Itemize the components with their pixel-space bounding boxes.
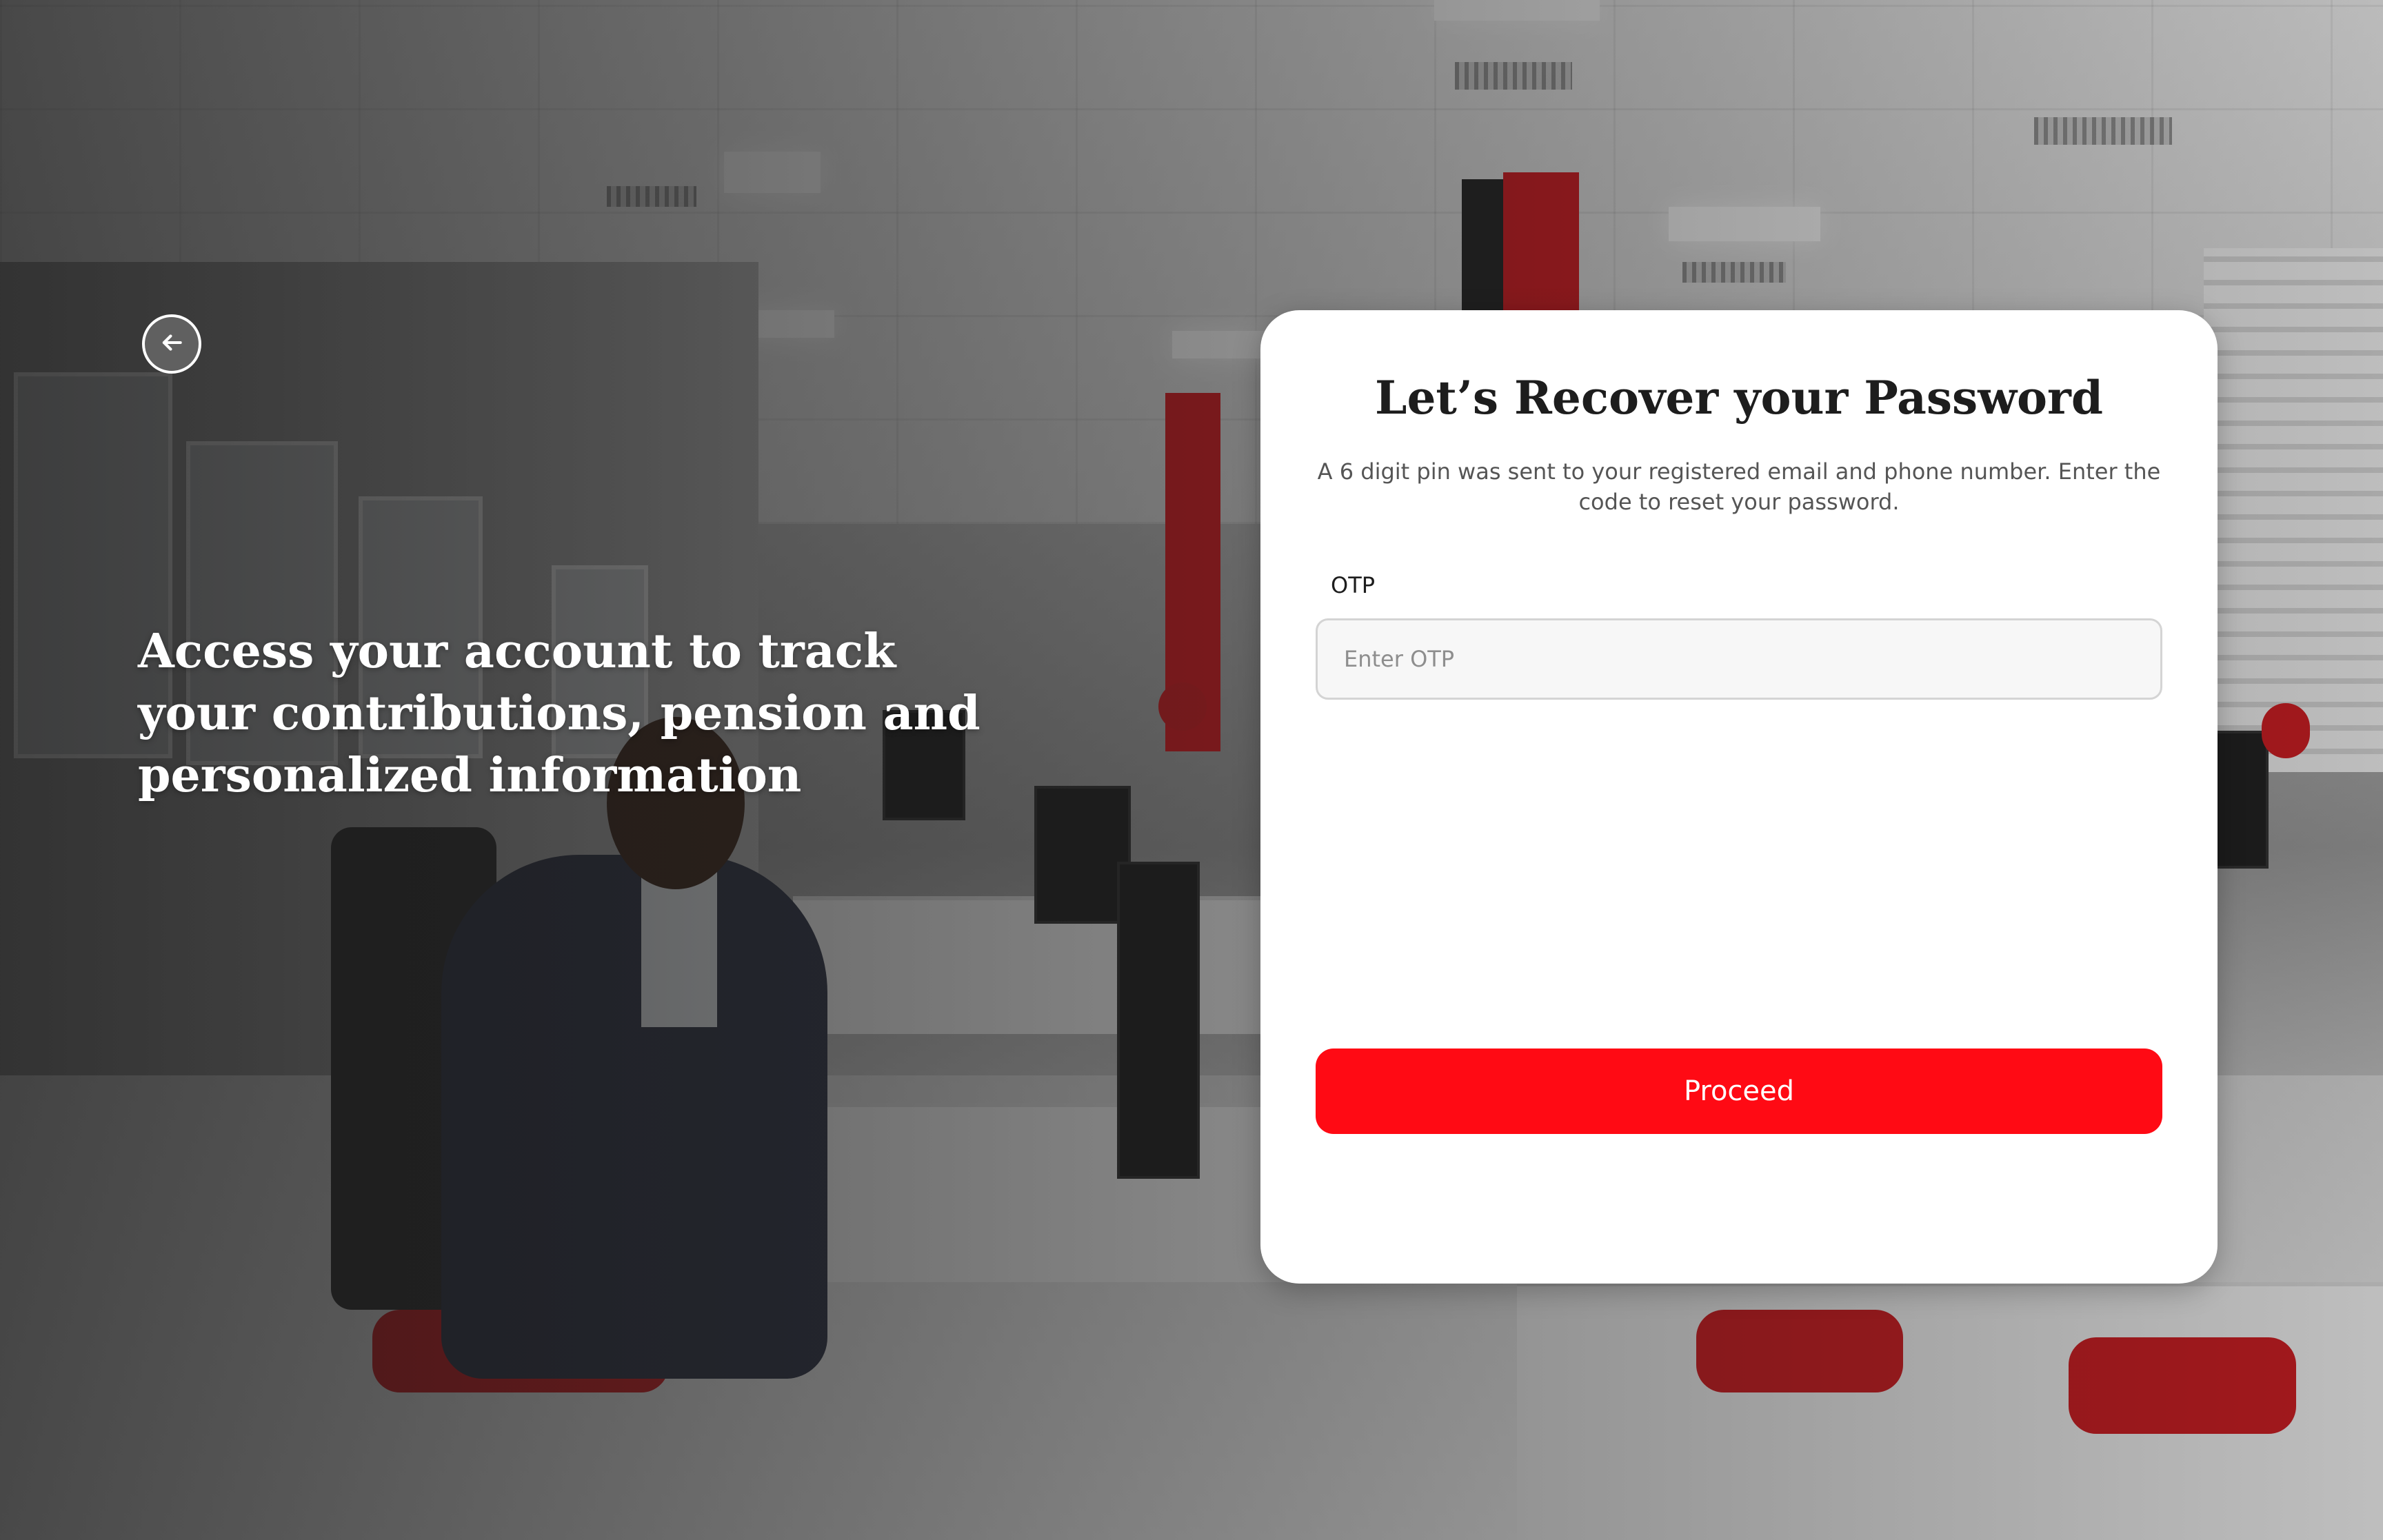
proceed-button[interactable]: Proceed xyxy=(1316,1048,2162,1134)
tagline: Access your account to track your contri… xyxy=(138,624,981,803)
card-subtitle: A 6 digit pin was sent to your registere… xyxy=(1317,458,2161,515)
back-button[interactable] xyxy=(142,314,201,374)
card-title: Let’s Recover your Password xyxy=(1375,371,2103,425)
recover-password-card: Let’s Recover your Password A 6 digit pi… xyxy=(1260,310,2218,1284)
otp-label: OTP xyxy=(1331,572,1376,598)
otp-input[interactable] xyxy=(1316,618,2162,700)
arrow-left-icon xyxy=(159,330,185,359)
